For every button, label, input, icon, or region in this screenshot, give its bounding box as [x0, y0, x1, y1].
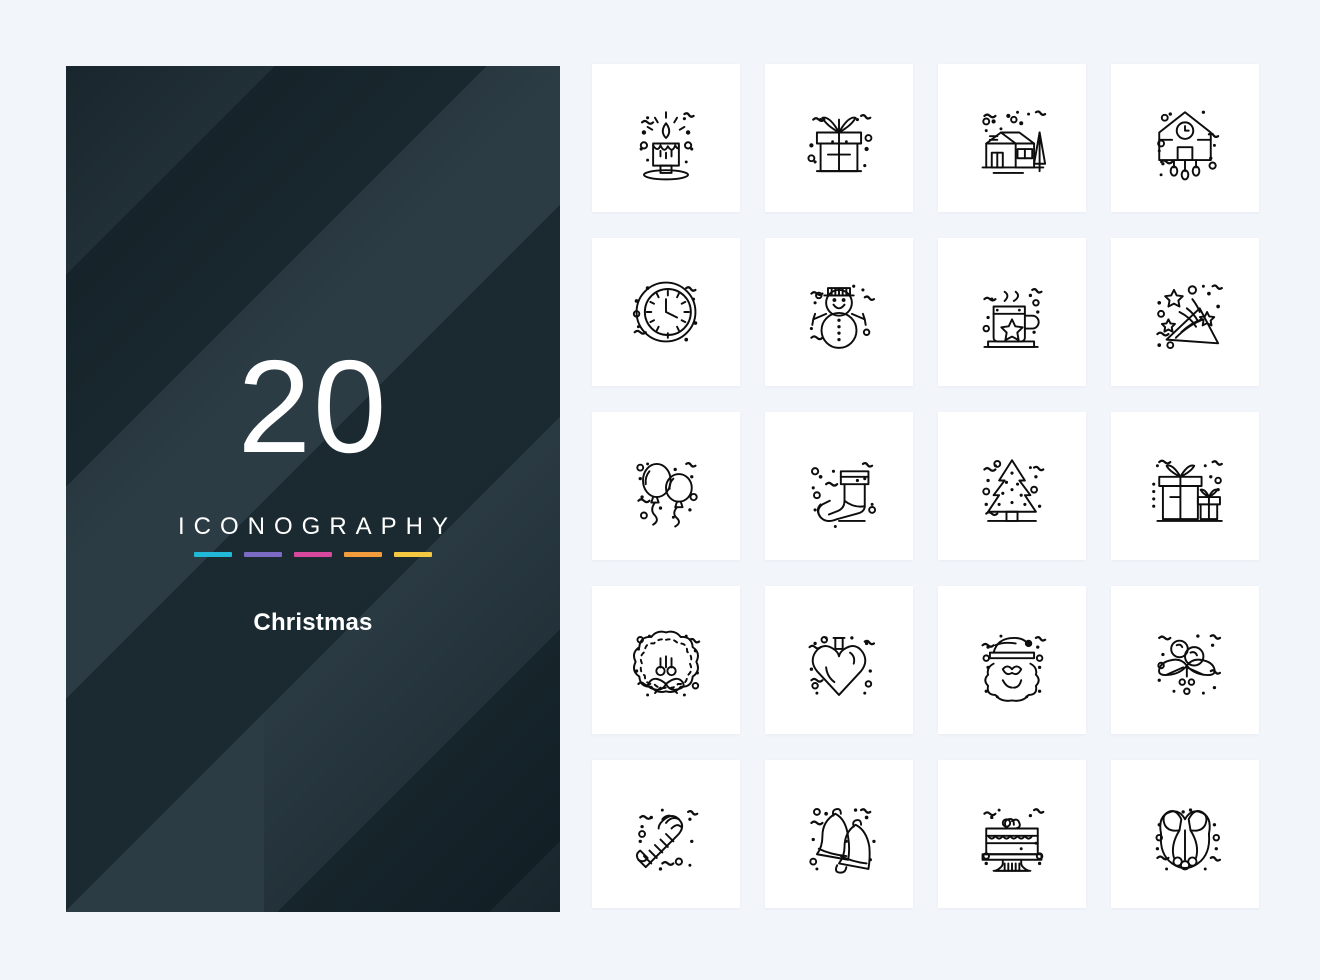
mistletoe-icon	[1157, 634, 1222, 696]
icon-card-jingle-bells[interactable]	[765, 760, 913, 908]
candle-icon	[639, 111, 695, 181]
icon-card-bow-wreath[interactable]	[1111, 760, 1259, 908]
icon-card-snowman[interactable]	[765, 238, 913, 386]
jingle-bells-icon	[809, 808, 876, 874]
gift-box-icon	[807, 114, 873, 173]
accent-bar-yellow	[394, 552, 432, 557]
party-popper-icon	[1156, 284, 1223, 350]
icon-card-santa-claus[interactable]	[938, 586, 1086, 734]
icon-card-stocking-sock[interactable]	[765, 412, 913, 560]
icon-card-christmas-cake[interactable]	[938, 760, 1086, 908]
icon-count: 20	[237, 333, 389, 480]
icon-card-gift-box[interactable]	[765, 64, 913, 212]
hero-title: Christmas	[253, 609, 373, 636]
balloons-icon	[636, 462, 698, 528]
accent-bar-group	[194, 552, 432, 557]
hot-drink-mug-icon	[982, 288, 1043, 348]
hero-subtitle: ICONOGRAPHY	[177, 513, 458, 540]
icon-card-candy-cane[interactable]	[592, 760, 740, 908]
accent-bar-pink	[294, 552, 332, 557]
bow-wreath-icon	[1155, 808, 1222, 871]
icon-card-wreath-bells[interactable]	[592, 586, 740, 734]
heart-ornament-icon	[808, 636, 876, 696]
accent-bar-orange	[344, 552, 382, 557]
icon-card-mistletoe[interactable]	[1111, 586, 1259, 734]
icon-card-cabin-house[interactable]	[938, 64, 1086, 212]
cabin-house-icon	[981, 110, 1047, 174]
accent-bar-cyan	[194, 552, 232, 557]
icon-card-cuckoo-clock[interactable]	[1111, 64, 1259, 212]
cuckoo-clock-icon	[1157, 110, 1220, 181]
icon-card-party-popper[interactable]	[1111, 238, 1259, 386]
christmas-cake-icon	[981, 808, 1045, 872]
icon-card-christmas-tree[interactable]	[938, 412, 1086, 560]
accent-bar-purple	[244, 552, 282, 557]
icon-card-wall-clock[interactable]	[592, 238, 740, 386]
gifts-stack-icon	[1152, 459, 1223, 522]
snowman-icon	[809, 284, 876, 349]
icon-grid	[592, 64, 1259, 908]
icon-card-gifts-stack[interactable]	[1111, 412, 1259, 560]
hero-panel: 20 ICONOGRAPHY Christmas	[66, 66, 560, 912]
icon-card-candle[interactable]	[592, 64, 740, 212]
wreath-bells-icon	[633, 630, 701, 697]
icon-card-heart-ornament[interactable]	[765, 586, 913, 734]
hero-content: 20 ICONOGRAPHY Christmas	[66, 66, 560, 912]
stocking-sock-icon	[810, 462, 877, 528]
christmas-tree-icon	[982, 459, 1045, 522]
icon-card-balloons[interactable]	[592, 412, 740, 560]
icon-card-hot-drink-mug[interactable]	[938, 238, 1086, 386]
page-root: 20 ICONOGRAPHY Christmas	[0, 0, 1320, 980]
wall-clock-icon	[632, 281, 698, 343]
candy-cane-icon	[635, 808, 699, 871]
santa-claus-icon	[981, 634, 1047, 702]
